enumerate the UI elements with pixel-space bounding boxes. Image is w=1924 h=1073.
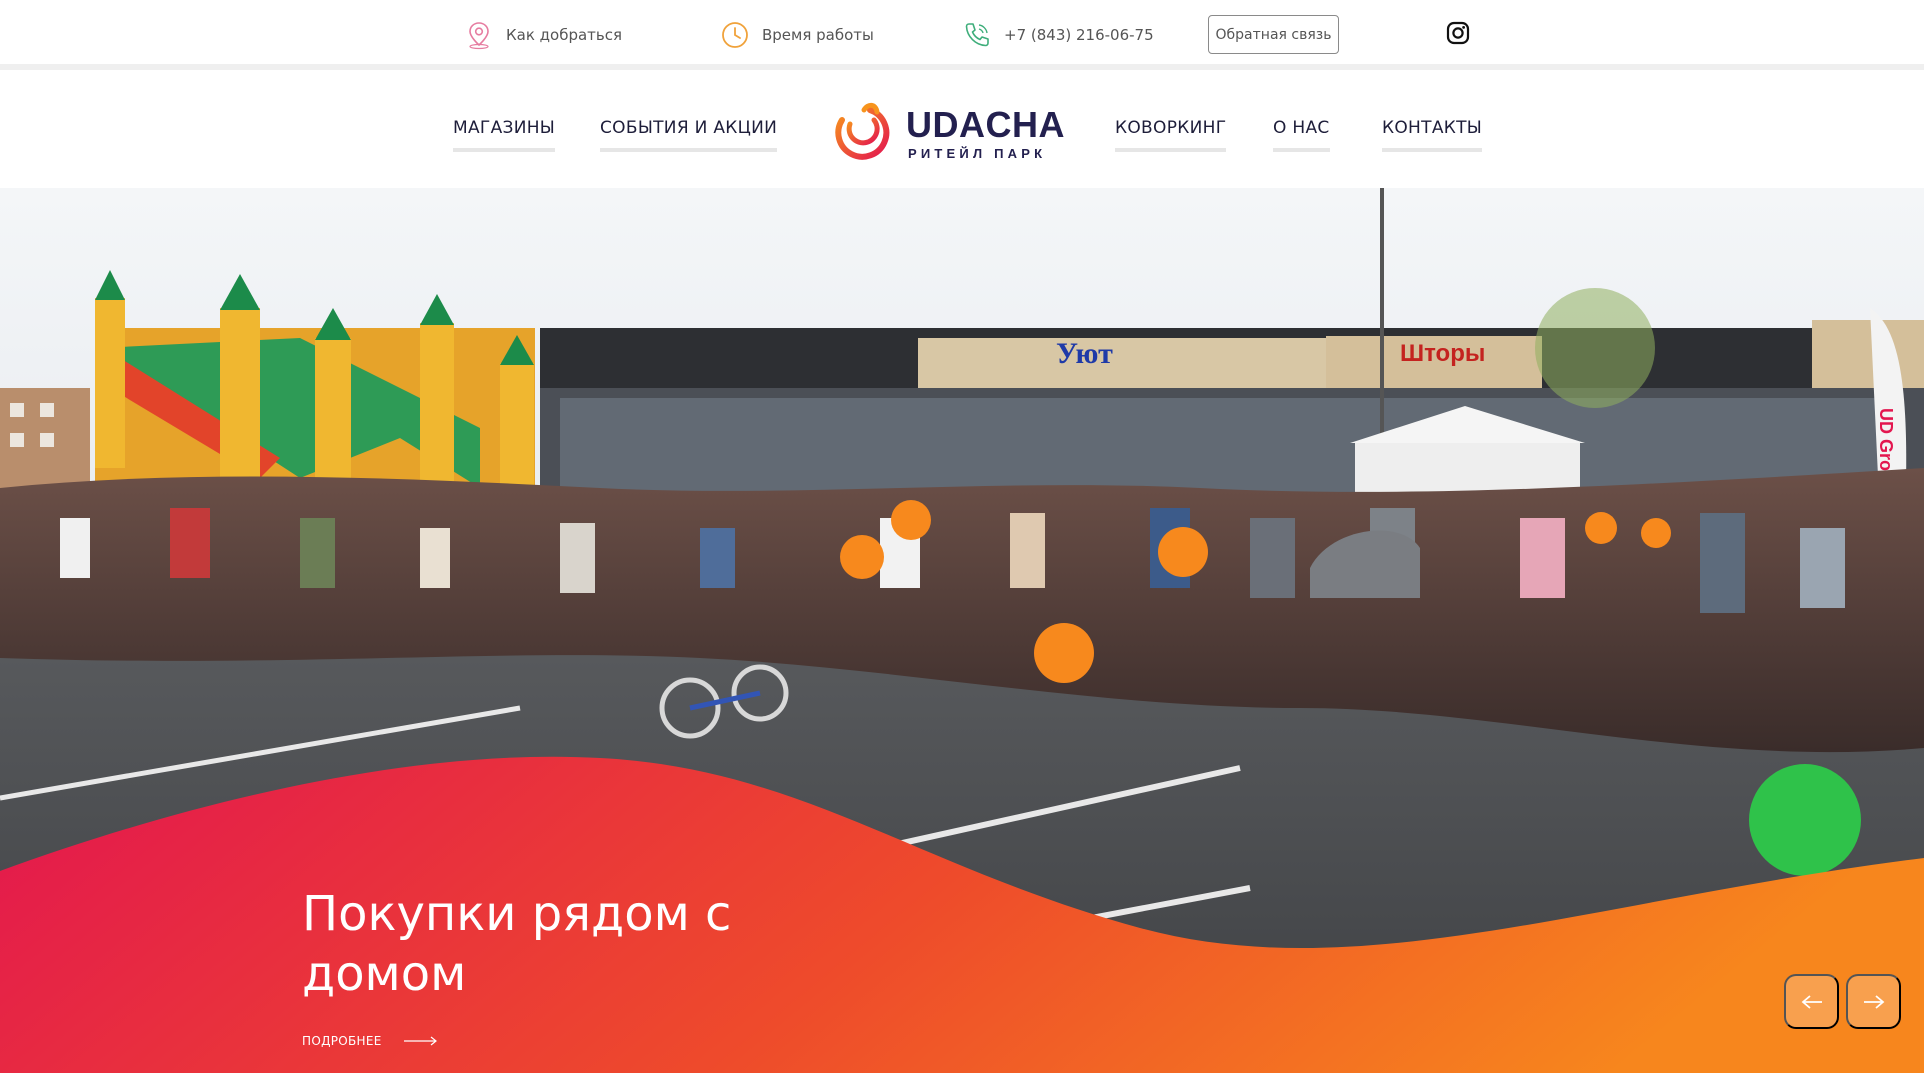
phone-number: +7 (843) 216-06-75: [1004, 26, 1154, 44]
site-logo[interactable]: UDACHA РИТЕЙЛ ПАРК: [830, 100, 1065, 166]
instagram-link[interactable]: [1446, 21, 1470, 45]
hero-more-label: ПОДРОБНЕЕ: [302, 1034, 382, 1048]
hero-photo: Уют Шторы UD Group: [0, 188, 1924, 1073]
map-pin-icon: [469, 22, 489, 50]
phone-link[interactable]: +7 (843) 216-06-75: [962, 18, 1154, 52]
logo-smile-icon: [835, 102, 890, 160]
clock-icon: [722, 22, 748, 48]
arrow-right-icon: [1863, 994, 1884, 1009]
hero-more-link[interactable]: ПОДРОБНЕЕ: [302, 1034, 438, 1048]
directions-link[interactable]: Как добраться: [464, 18, 622, 52]
nav-item-about[interactable]: О НАС: [1273, 118, 1330, 152]
store-sign-shtory: Шторы: [1400, 340, 1485, 367]
hero-title: Покупки рядом с домом: [302, 886, 732, 1002]
arrow-right-icon: [403, 1036, 437, 1046]
main-nav: МАГАЗИНЫ СОБЫТИЯ И АКЦИИ UDACHA РИТЕЙЛ П…: [0, 76, 1924, 188]
logo-subtitle: РИТЕЙЛ ПАРК: [908, 146, 1047, 161]
store-sign-uyut: Уют: [1056, 337, 1113, 370]
instagram-icon: [1446, 21, 1470, 45]
logo-name: UDACHA: [906, 104, 1065, 145]
slider-prev-button[interactable]: [1784, 974, 1839, 1029]
hero-slider: Уют Шторы UD Group Покупки рядом с домом…: [0, 188, 1924, 1073]
top-bar: Как добраться Время работы +7 (843) 216-…: [0, 0, 1924, 70]
nav-item-shops[interactable]: МАГАЗИНЫ: [453, 118, 556, 152]
nav-item-coworking[interactable]: КОВОРКИНГ: [1115, 118, 1227, 152]
working-hours-link[interactable]: Время работы: [720, 18, 874, 52]
nav-item-events[interactable]: СОБЫТИЯ И АКЦИИ: [600, 118, 778, 152]
slider-next-button[interactable]: [1846, 974, 1901, 1029]
directions-label: Как добраться: [506, 26, 623, 44]
phone-icon: [965, 23, 989, 47]
nav-item-contacts[interactable]: КОНТАКТЫ: [1382, 118, 1483, 152]
working-hours-label: Время работы: [762, 26, 874, 44]
feedback-button[interactable]: Обратная связь: [1208, 15, 1339, 54]
arrow-left-icon: [1801, 994, 1822, 1009]
